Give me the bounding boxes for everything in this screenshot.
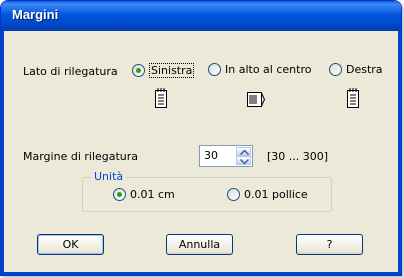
radio-top-center-circle[interactable] <box>208 63 221 76</box>
dialog-title: Margini <box>12 7 59 22</box>
binding-right-icon <box>347 88 359 108</box>
ok-button[interactable]: OK <box>37 234 104 255</box>
arrow-down-icon <box>240 159 249 164</box>
radio-inch[interactable]: 0.01 pollice <box>227 188 308 201</box>
radio-left[interactable]: Sinistra <box>132 63 195 78</box>
cancel-button[interactable]: Annulla <box>166 234 233 255</box>
radio-right[interactable]: Destra <box>329 63 383 76</box>
frame-bottom <box>1 272 401 275</box>
arrow-up-icon <box>240 150 249 155</box>
units-group-title: Unità <box>91 170 127 183</box>
radio-left-circle[interactable] <box>132 64 145 77</box>
binding-top-icon <box>247 92 266 107</box>
margins-dialog: Margini Lato di rilegatura Sinistra In a… <box>0 0 402 276</box>
gutter-range: [30 ... 300] <box>267 150 329 163</box>
binding-left-icon <box>155 88 167 108</box>
binding-side-label: Lato di rilegatura <box>23 65 118 78</box>
radio-inch-label: 0.01 pollice <box>244 188 308 201</box>
radio-top-center[interactable]: In alto al centro <box>208 63 311 76</box>
help-button[interactable]: ? <box>296 234 363 255</box>
radio-top-center-label: In alto al centro <box>225 63 312 76</box>
gutter-margin-label: Margine di rilegatura <box>23 150 139 163</box>
frame-right <box>398 31 401 275</box>
radio-cm-circle[interactable] <box>113 188 126 201</box>
radio-right-label: Destra <box>346 63 383 76</box>
ok-button-label: OK <box>62 238 79 251</box>
spin-up-button[interactable] <box>236 147 251 156</box>
radio-right-circle[interactable] <box>329 63 342 76</box>
radio-left-label: Sinistra <box>149 63 195 78</box>
radio-cm-label: 0.01 cm <box>130 188 175 201</box>
gutter-margin-value[interactable]: 30 <box>204 149 218 162</box>
radio-cm[interactable]: 0.01 cm <box>113 188 175 201</box>
radio-inch-circle[interactable] <box>227 188 240 201</box>
title-bar[interactable]: Margini <box>1 1 401 31</box>
help-button-label: ? <box>326 238 333 251</box>
spinner-buttons <box>236 147 251 165</box>
spin-down-button[interactable] <box>236 156 251 165</box>
cancel-button-label: Annulla <box>178 238 221 251</box>
gutter-margin-spinner[interactable]: 30 <box>199 145 253 167</box>
